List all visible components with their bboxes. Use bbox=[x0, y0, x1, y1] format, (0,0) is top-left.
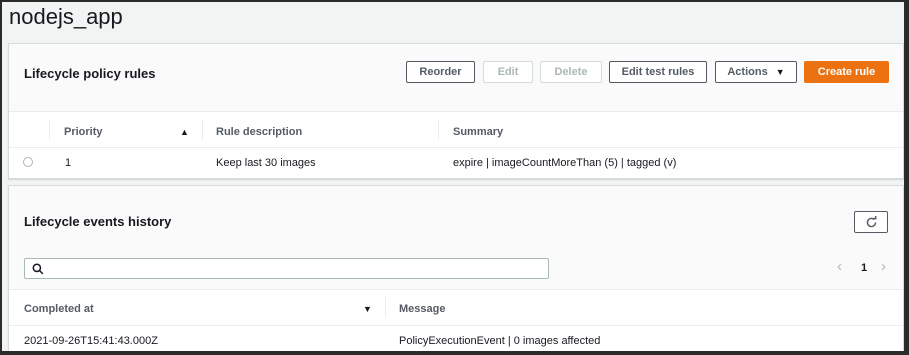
column-header-message[interactable]: Message bbox=[399, 303, 445, 315]
cell-rule-description: Keep last 30 images bbox=[216, 157, 316, 169]
search-input[interactable] bbox=[49, 261, 539, 276]
column-header-rule-description[interactable]: Rule description bbox=[216, 126, 302, 138]
actions-dropdown-button[interactable]: Actions ▼ bbox=[715, 61, 797, 83]
search-field[interactable] bbox=[24, 258, 549, 279]
cell-summary: expire | imageCountMoreThan (5) | tagged… bbox=[453, 157, 677, 169]
row-divider bbox=[9, 325, 903, 326]
delete-button[interactable]: Delete bbox=[540, 61, 602, 83]
refresh-icon bbox=[866, 215, 876, 227]
reorder-button[interactable]: Reorder bbox=[406, 61, 475, 83]
refresh-button[interactable] bbox=[854, 211, 888, 233]
column-separator bbox=[202, 120, 203, 140]
edit-button[interactable]: Edit bbox=[483, 61, 533, 83]
cell-priority: 1 bbox=[65, 157, 72, 169]
caret-up-icon[interactable]: ▲ bbox=[180, 127, 189, 137]
app-frame: nodejs_app Lifecycle policy rules Reorde… bbox=[2, 2, 904, 351]
row-divider bbox=[9, 147, 903, 148]
page-title: nodejs_app bbox=[9, 4, 123, 29]
column-separator bbox=[49, 120, 50, 140]
chevron-right-icon[interactable]: › bbox=[881, 258, 886, 275]
current-page-number[interactable]: 1 bbox=[861, 262, 867, 274]
cell-completed-at: 2021-09-26T15:41:43.000Z bbox=[24, 335, 158, 347]
column-header-priority[interactable]: Priority bbox=[64, 126, 103, 138]
events-panel-title: Lifecycle events history bbox=[24, 214, 172, 229]
create-rule-button[interactable]: Create rule bbox=[804, 61, 889, 83]
lifecycle-events-panel: Lifecycle events history ‹ 1 › Completed… bbox=[8, 185, 904, 351]
caret-down-icon: ▼ bbox=[775, 67, 785, 77]
caret-down-icon[interactable]: ▼ bbox=[363, 304, 372, 314]
search-icon bbox=[32, 263, 44, 275]
edit-test-rules-button[interactable]: Edit test rules bbox=[609, 61, 707, 83]
column-separator bbox=[385, 297, 386, 317]
cell-message: PolicyExecutionEvent | 0 images affected bbox=[399, 335, 601, 347]
actions-label: Actions bbox=[727, 66, 768, 78]
policy-panel-title: Lifecycle policy rules bbox=[24, 66, 156, 81]
column-header-summary[interactable]: Summary bbox=[453, 126, 503, 138]
column-header-completed-at[interactable]: Completed at bbox=[24, 303, 94, 315]
policy-panel-header: Lifecycle policy rules Reorder Edit Dele… bbox=[9, 44, 903, 112]
chevron-left-icon[interactable]: ‹ bbox=[837, 258, 842, 275]
column-separator bbox=[438, 120, 439, 140]
events-panel-header: Lifecycle events history ‹ 1 › bbox=[9, 186, 903, 290]
row-select-radio[interactable] bbox=[23, 157, 33, 167]
lifecycle-policy-panel: Lifecycle policy rules Reorder Edit Dele… bbox=[8, 43, 904, 179]
